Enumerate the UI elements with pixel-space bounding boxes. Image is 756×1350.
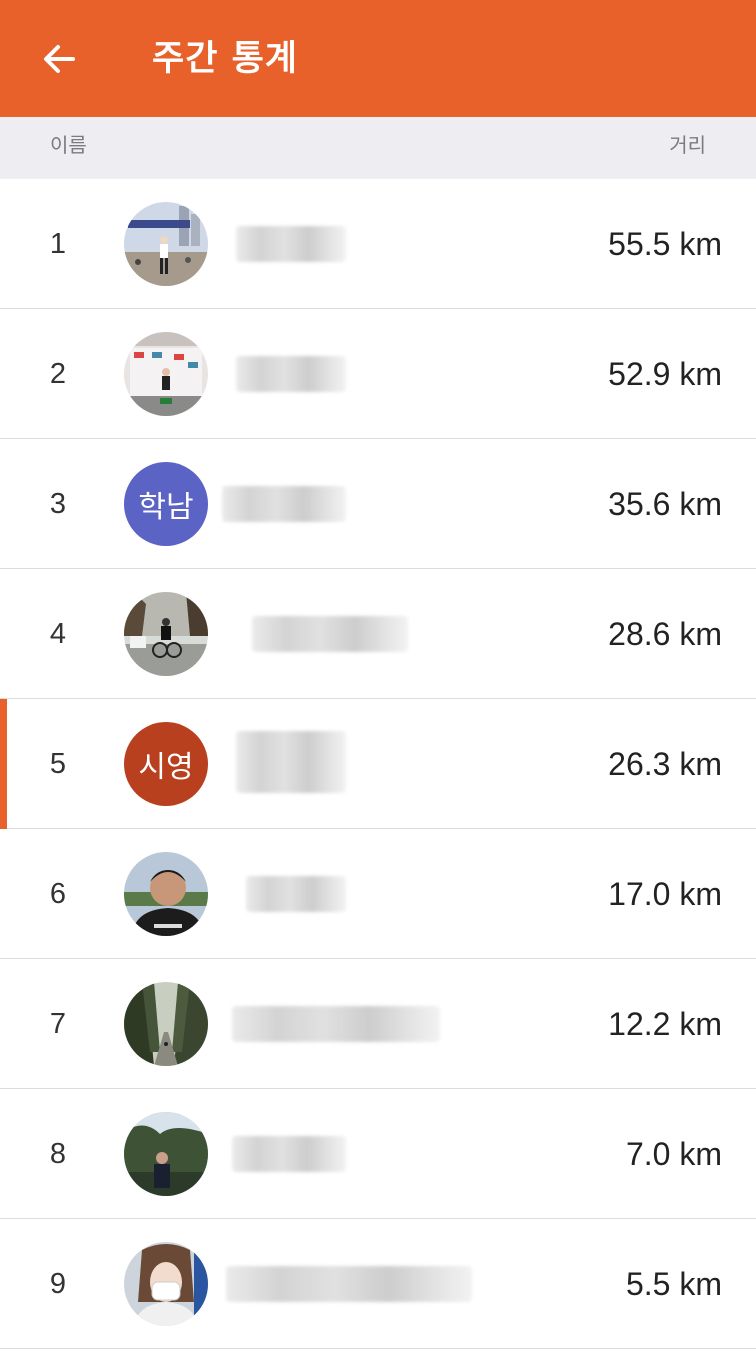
avatar[interactable] xyxy=(124,202,208,286)
leaderboard-row[interactable]: 2 52.9 km xyxy=(0,309,756,439)
distance-value: 17.0 km xyxy=(608,876,722,912)
leaderboard-row-current-user[interactable]: 5 시영 26.3 km xyxy=(0,699,756,829)
cyclist-photo-icon xyxy=(124,592,208,676)
leaderboard-row[interactable]: 6 17.0 km xyxy=(0,829,756,959)
runner-photo-icon xyxy=(124,332,208,416)
distance-value: 28.6 km xyxy=(608,616,722,652)
avatar[interactable] xyxy=(124,592,208,676)
leaderboard-row[interactable]: 9 5.5 km xyxy=(0,1219,756,1349)
rank-number: 5 xyxy=(49,748,67,780)
leaderboard-row[interactable]: 4 28.6 km xyxy=(0,569,756,699)
column-name-label: 이름 xyxy=(50,133,87,157)
avatar[interactable]: 시영 xyxy=(124,722,208,806)
distance-value: 55.5 km xyxy=(608,226,722,262)
person-photo-icon xyxy=(124,852,208,936)
leaderboard-list: 1 55.5 km 2 52.9 km 3 학남 35.6 km 4 28.6 … xyxy=(0,179,756,1349)
distance-value: 12.2 km xyxy=(608,1006,722,1042)
arrow-left-icon xyxy=(44,45,75,73)
rank-number: 9 xyxy=(49,1268,67,1300)
avatar[interactable] xyxy=(124,1112,208,1196)
rank-number: 3 xyxy=(49,488,67,520)
runner-photo-icon xyxy=(124,202,208,286)
distance-value: 35.6 km xyxy=(608,486,722,522)
leaderboard-row[interactable]: 7 12.2 km xyxy=(0,959,756,1089)
distance-value: 7.0 km xyxy=(625,1136,722,1172)
avatar[interactable]: 학남 xyxy=(124,462,208,546)
rank-number: 7 xyxy=(49,1008,67,1040)
user-name-blurred xyxy=(246,876,346,912)
app-header: 주간 통계 xyxy=(0,0,756,117)
distance-value: 5.5 km xyxy=(625,1266,722,1302)
avatar[interactable] xyxy=(124,852,208,936)
user-name-blurred xyxy=(252,616,408,652)
rank-number: 1 xyxy=(49,228,67,260)
rank-number: 2 xyxy=(49,358,67,390)
page-title: 주간 통계 xyxy=(152,39,298,79)
distance-value: 52.9 km xyxy=(608,356,722,392)
user-name-blurred xyxy=(236,731,346,793)
distance-value: 26.3 km xyxy=(608,746,722,782)
avatar[interactable] xyxy=(124,1242,208,1326)
avatar[interactable] xyxy=(124,982,208,1066)
user-name-blurred xyxy=(232,1006,440,1042)
leaderboard-row[interactable]: 3 학남 35.6 km xyxy=(0,439,756,569)
avatar[interactable] xyxy=(124,332,208,416)
person-photo-icon xyxy=(124,1112,208,1196)
leaderboard-row[interactable]: 1 55.5 km xyxy=(0,179,756,309)
person-photo-icon xyxy=(124,1242,208,1326)
column-distance-label: 거리 xyxy=(669,133,706,157)
avatar-initials: 학남 xyxy=(138,490,194,525)
avatar-initials: 시영 xyxy=(138,750,194,785)
leaderboard-row[interactable]: 8 7.0 km xyxy=(0,1089,756,1219)
rank-number: 6 xyxy=(49,878,67,910)
rank-number: 8 xyxy=(49,1138,67,1170)
column-header: 이름 거리 xyxy=(0,117,756,179)
rank-number: 4 xyxy=(49,618,67,650)
back-button[interactable] xyxy=(30,30,88,88)
user-name-blurred xyxy=(236,226,346,262)
user-name-blurred xyxy=(236,356,346,392)
user-name-blurred xyxy=(232,1136,346,1172)
forest-photo-icon xyxy=(124,982,208,1066)
user-name-blurred xyxy=(226,1266,472,1302)
user-name-blurred xyxy=(222,486,346,522)
